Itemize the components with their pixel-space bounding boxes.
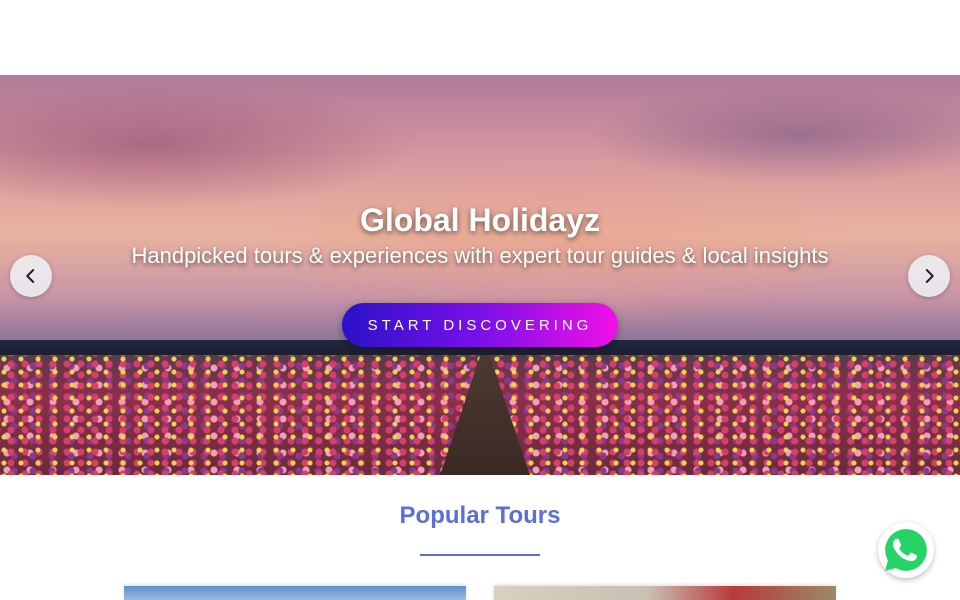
hero-title: Global Holidayz xyxy=(359,202,601,238)
popular-tours-title: Popular Tours xyxy=(399,502,561,529)
start-discovering-button[interactable]: START DISCOVERING xyxy=(342,303,618,347)
whatsapp-chat-button[interactable] xyxy=(878,522,934,578)
tour-card-image[interactable] xyxy=(124,586,466,600)
carousel-next-button[interactable] xyxy=(908,255,950,297)
hero-carousel: Global Holidayz Handpicked tours & exper… xyxy=(0,75,960,475)
top-header xyxy=(0,0,960,75)
chevron-left-icon xyxy=(26,269,35,283)
carousel-prev-button[interactable] xyxy=(10,255,52,297)
chevron-right-icon xyxy=(925,269,934,283)
tour-card-image[interactable] xyxy=(494,586,836,600)
section-divider xyxy=(420,554,540,556)
whatsapp-icon xyxy=(885,529,927,571)
hero-subtitle: Handpicked tours & experiences with expe… xyxy=(131,243,829,268)
